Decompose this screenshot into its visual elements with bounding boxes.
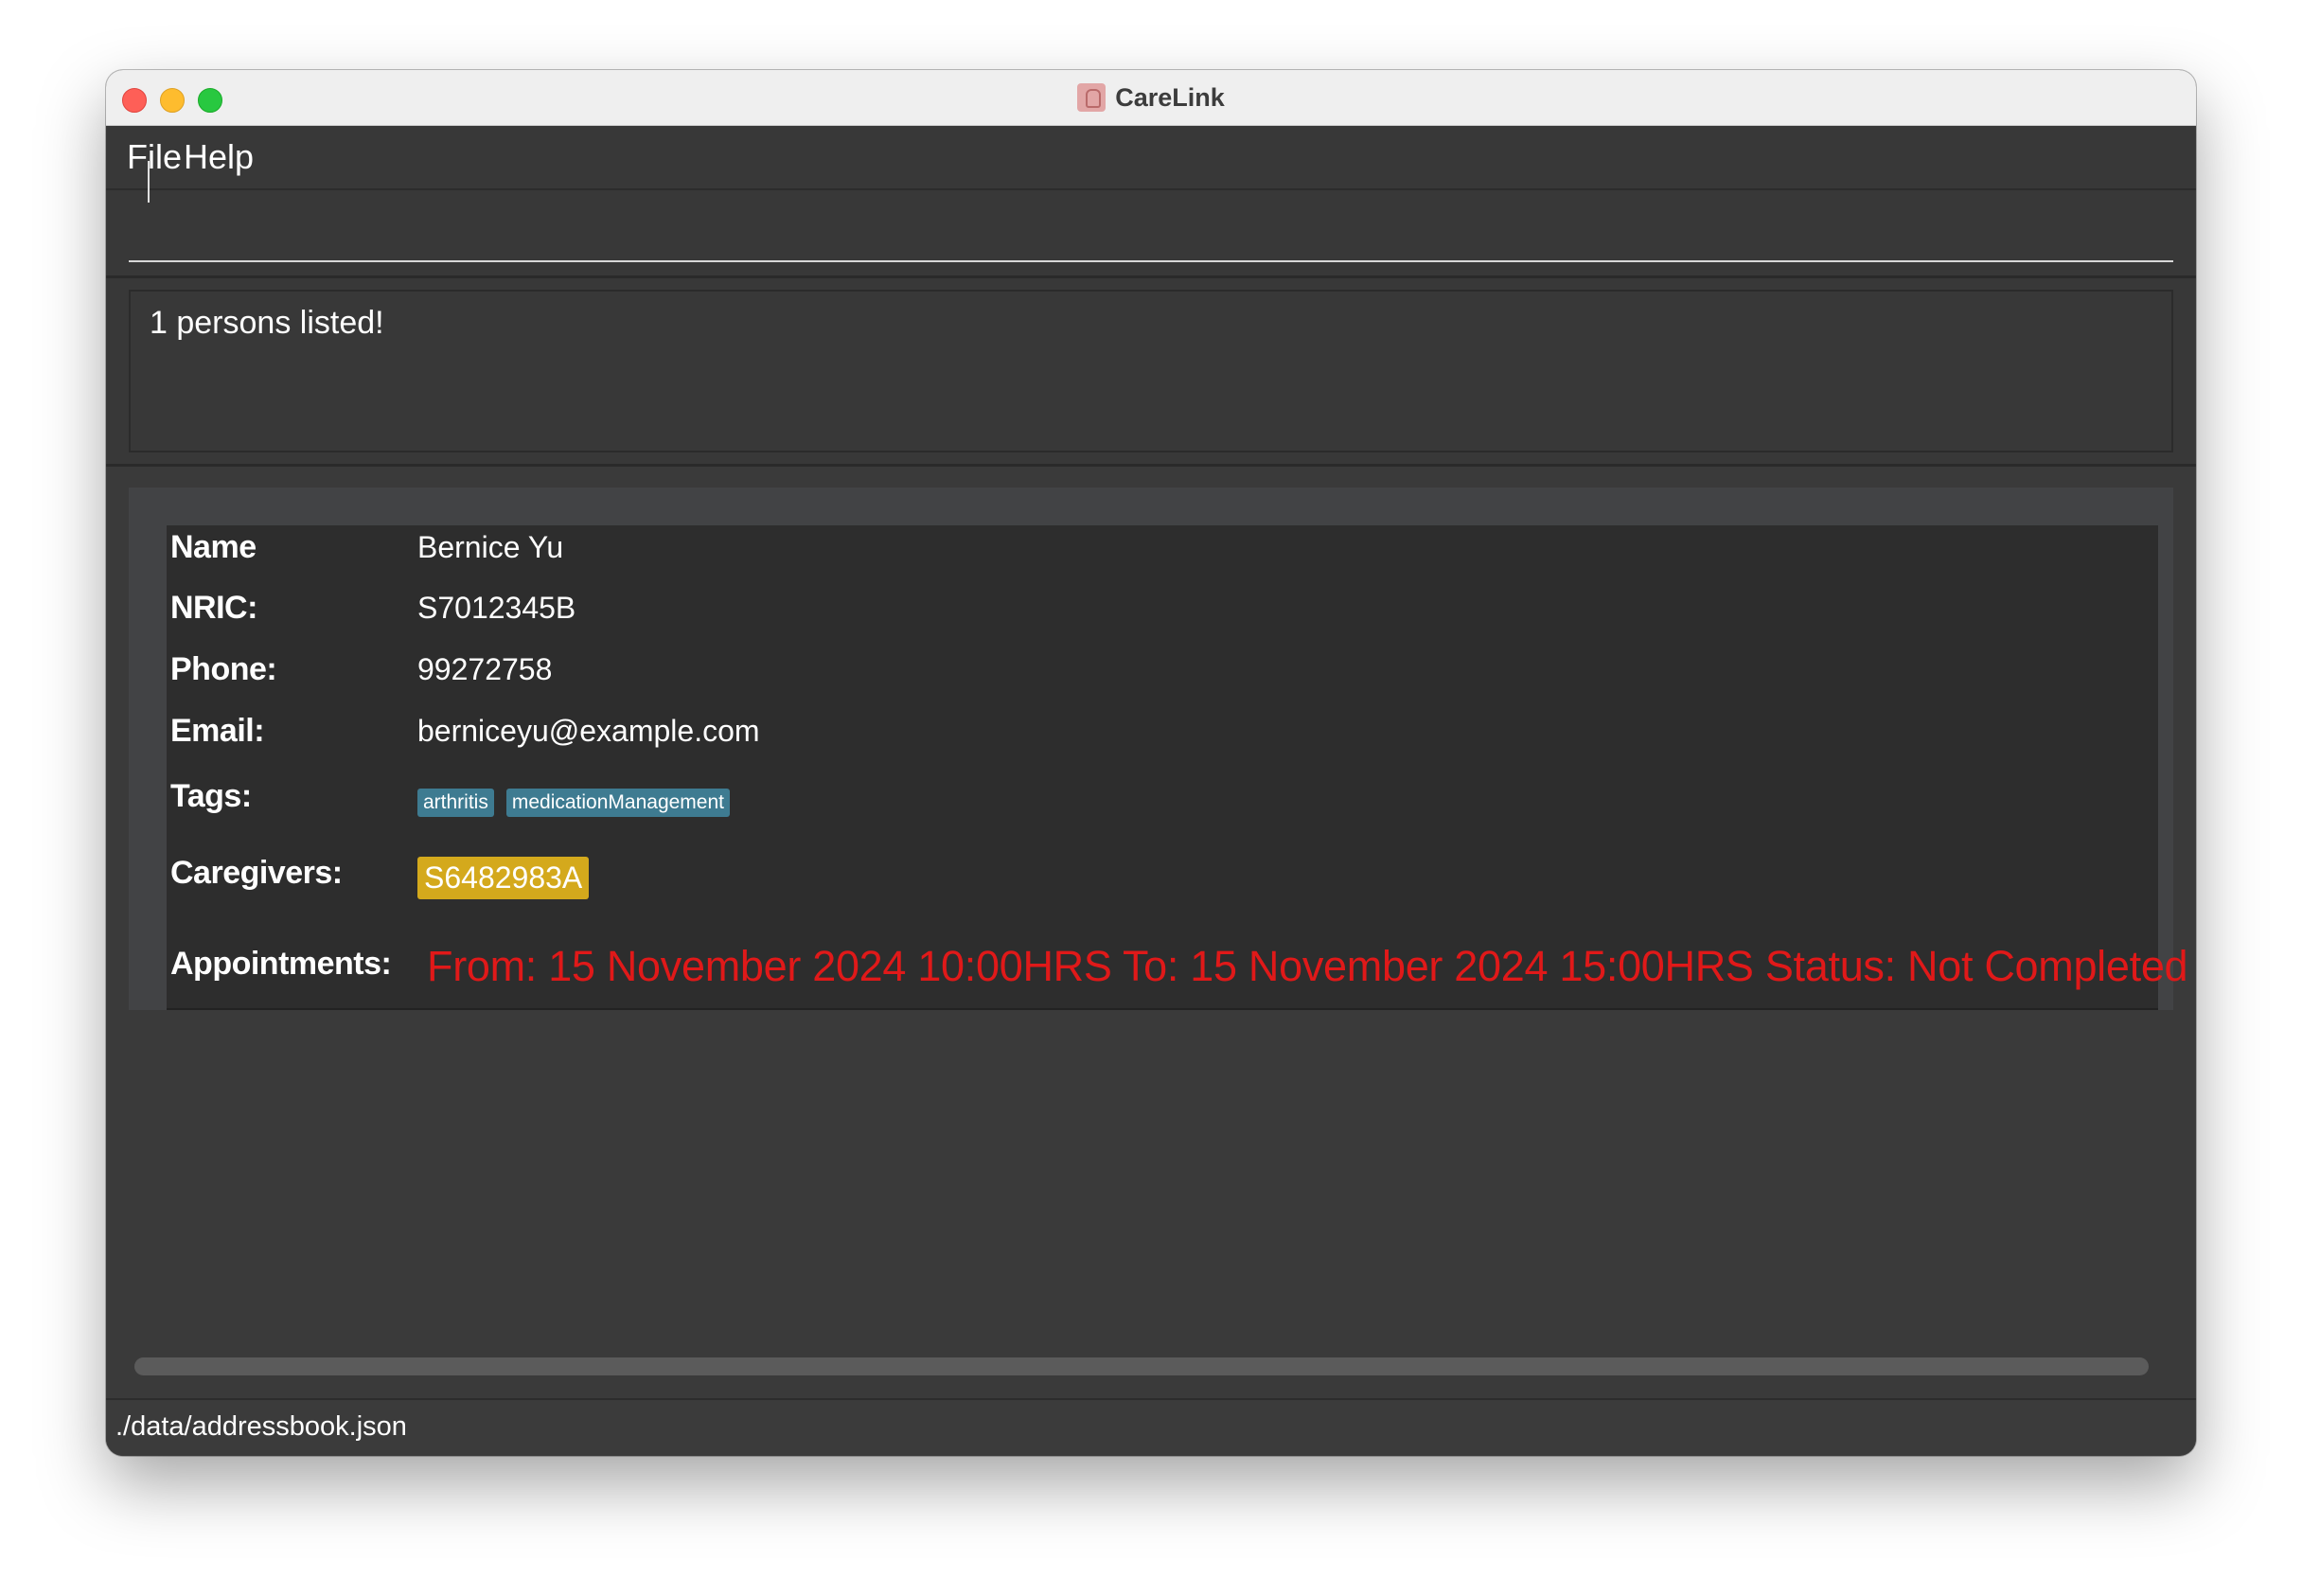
- phone-label: Phone:: [170, 651, 277, 687]
- email-label: Email:: [170, 713, 265, 749]
- window-title: CareLink: [1115, 82, 1225, 112]
- tag-list: arthritis medicationManagement: [417, 781, 742, 817]
- result-display: 1 persons listed!: [129, 290, 2173, 452]
- tags-label: Tags:: [170, 778, 252, 814]
- person-list-panel[interactable]: Name Bernice Yu NRIC: S7012345B Phone: 9…: [129, 488, 2188, 1010]
- caregivers-label: Caregivers:: [170, 855, 343, 891]
- result-display-area: 1 persons listed!: [106, 278, 2196, 467]
- command-input[interactable]: [129, 202, 2173, 262]
- person-nric: S7012345B: [417, 591, 576, 625]
- text-cursor: [148, 161, 150, 203]
- nric-label: NRIC:: [170, 590, 257, 626]
- tag-badge: medicationManagement: [505, 789, 730, 817]
- appointments-label: Appointments:: [170, 946, 392, 982]
- name-label: Name: [170, 529, 257, 565]
- window-title-group: CareLink: [106, 70, 2196, 125]
- title-bar: CareLink: [106, 70, 2196, 126]
- horizontal-scrollbar[interactable]: [134, 1357, 2149, 1375]
- caregiver-badge: S6482983A: [417, 857, 590, 899]
- app-window: CareLink File Help 1 persons listed! Nam…: [106, 70, 2196, 1456]
- app-logo-icon: [1077, 83, 1107, 112]
- command-box: [106, 190, 2196, 278]
- tag-badge: arthritis: [417, 789, 494, 817]
- result-message: 1 persons listed!: [150, 305, 384, 341]
- menu-help[interactable]: Help: [184, 137, 254, 177]
- appointment-entry: From: 15 November 2024 10:00HRS To: 15 N…: [427, 942, 2188, 990]
- menu-bar: File Help: [106, 126, 2196, 190]
- person-card[interactable]: Name Bernice Yu NRIC: S7012345B Phone: 9…: [167, 525, 2188, 1010]
- status-bar: ./data/addressbook.json: [106, 1398, 2196, 1456]
- person-email: berniceyu@example.com: [417, 714, 760, 748]
- menu-file[interactable]: File: [127, 137, 182, 177]
- data-file-path: ./data/addressbook.json: [115, 1411, 407, 1442]
- person-name: Bernice Yu: [417, 530, 564, 564]
- person-phone: 99272758: [417, 652, 553, 686]
